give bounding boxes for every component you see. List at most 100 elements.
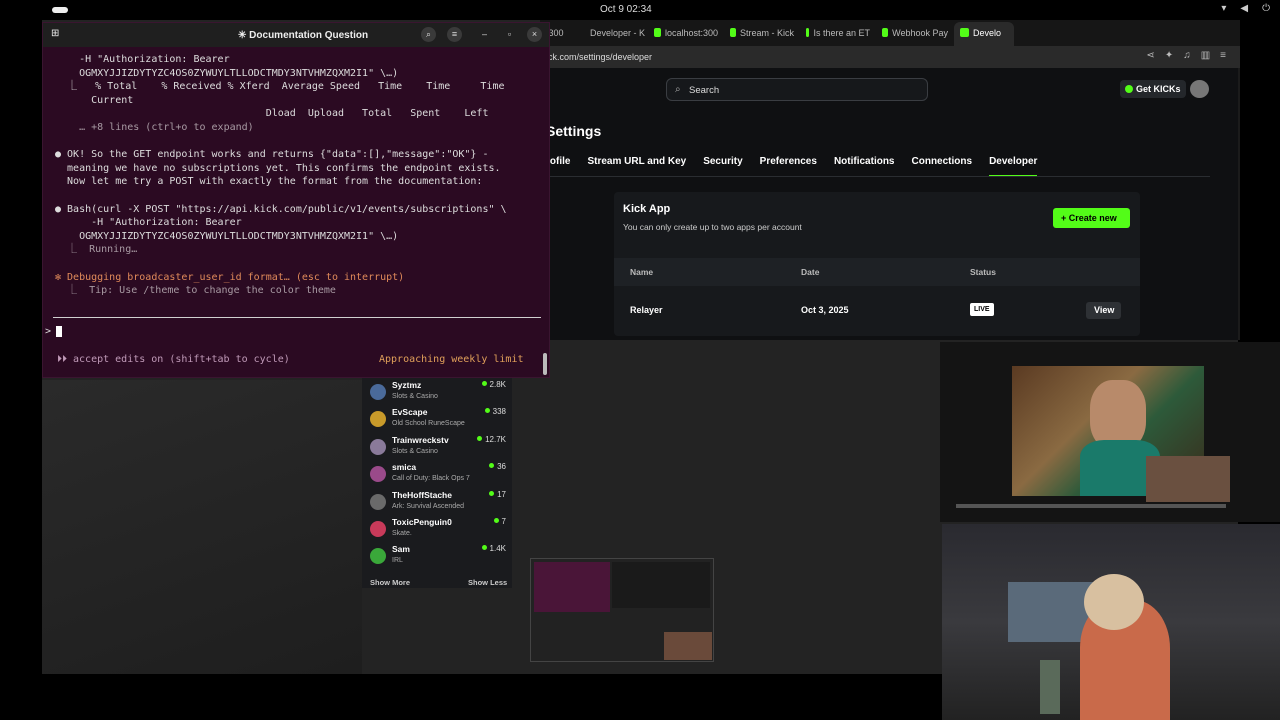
preview-browser [612,562,710,608]
browser-tab[interactable]: Developer - K [580,22,648,46]
viewer-count: 2.8K [482,380,506,389]
browser-toolbar-icons: ⋖ ✦ ♫ ▥ ≡ [1146,50,1226,61]
preview-webcam [664,632,712,660]
system-tray[interactable]: ▾ ◀ ⏻ [1221,3,1270,14]
terminal-line: OGMXYJJIZDYTYZC4OS0ZYWUYLTLLODCTMDY3NTVH… [55,230,399,242]
terminal-titlebar: ⊞ ✳ Documentation Question ⌕ ≡ – ▫ × [43,23,549,47]
network-icon: ▾ [1221,3,1227,14]
streamer-category: IRL [392,557,403,565]
app-date: Oct 3, 2025 [801,305,849,315]
list-item[interactable]: Syztmz Slots & Casino 2.8K [370,380,510,406]
viewer-count: 17 [489,490,506,499]
streamer-category: Old School RuneScape [392,420,465,428]
list-item[interactable]: ToxicPenguin0 Skate. 7 [370,517,510,543]
weekly-limit-status: Approaching weekly limit [379,354,524,365]
menu-icon[interactable]: ≡ [1220,50,1226,61]
search-icon: ⌕ [675,84,681,95]
music-icon[interactable]: ♫ [1183,50,1191,61]
search-input[interactable]: ⌕ Search [666,78,928,101]
browser-tab[interactable]: Is there an ET [800,22,876,46]
tab-preferences[interactable]: Preferences [760,156,817,177]
avatar [370,384,386,400]
streamer-category: Slots & Casino [392,447,438,455]
activities-indicator[interactable] [52,7,68,13]
tab-developer[interactable]: Developer [989,156,1038,177]
avatar [370,548,386,565]
terminal-line: ● Bash(curl -X POST "https://api.kick.co… [55,203,507,215]
streamer-name: TheHoffStache [392,489,452,500]
browser-tab[interactable]: localhost:300 [648,22,724,46]
list-item[interactable]: smica Call of Duty: Black Ops 7 36 [370,462,510,488]
card-title: Kick App [623,203,671,215]
show-more-link[interactable]: Show More [370,578,410,587]
terminal-scrollbar[interactable] [543,353,547,375]
get-kicks-button[interactable]: Get KICKs [1120,80,1186,98]
hamburger-menu-icon[interactable]: ≡ [447,27,462,42]
create-new-button[interactable]: + Create new [1053,208,1130,228]
settings-tabs: rofile Stream URL and Key Security Prefe… [546,156,1054,177]
close-icon[interactable]: × [527,27,542,42]
streamer-name: smica [392,462,417,473]
terminal-line: ⎿ Tip: Use /theme to change the color th… [55,285,336,297]
card-subtitle: You can only create up to two apps per a… [623,222,802,232]
avatar [370,466,386,483]
minimize-icon[interactable]: – [477,27,492,42]
webcam-person-head [1084,574,1144,630]
terminal-line: Dload Upload Total Spent Left [55,108,489,120]
list-item[interactable]: EvScape Old School RuneScape 338 [370,407,510,433]
avatar [370,411,386,428]
streamer-name: Syztmz [392,380,422,390]
tab-favicon-icon [654,28,661,37]
list-item[interactable]: Trainwreckstv Slots & Casino 12.7K [370,435,510,461]
maximize-icon[interactable]: ▫ [502,27,517,42]
system-clock[interactable]: Oct 9 02:34 [600,4,652,15]
tab-connections[interactable]: Connections [912,156,973,177]
address-bar[interactable]: ck.com/settings/developer ⋖ ✦ ♫ ▥ ≡ [540,46,1240,68]
prompt-divider [53,317,541,318]
viewer-count: 338 [485,407,506,416]
tab-notifications[interactable]: Notifications [834,156,895,177]
viewer-count: 12.7K [477,435,506,444]
page-title: Settings [546,123,602,139]
browser-tab[interactable]: Webhook Pay [876,22,954,46]
tab-label: Webhook Pay [892,28,948,38]
accept-edits-status: ⏵⏵ accept edits on (shift+tab to cycle) [57,354,290,365]
tab-stream-url[interactable]: Stream URL and Key [587,156,686,177]
streamer-category: Call of Duty: Black Ops 7 [392,475,470,483]
address-url[interactable]: ck.com/settings/developer [548,52,652,62]
browser-tab[interactable]: Develo [954,22,1014,46]
browser-tab[interactable]: Stream - Kick [724,22,800,46]
avatar[interactable] [1190,80,1209,98]
viewer-count: 7 [494,517,506,526]
search-icon[interactable]: ⌕ [421,27,436,42]
terminal-line: … +8 lines (ctrl+o to expand) [55,122,254,133]
terminal-window[interactable]: ⊞ ✳ Documentation Question ⌕ ≡ – ▫ × -H … [42,22,550,378]
tab-security[interactable]: Security [703,156,742,177]
terminal-input-cursor[interactable] [56,326,62,337]
streamer-name: Sam [392,544,410,555]
terminal-title-text: Documentation Question [249,30,369,41]
show-less-link[interactable]: Show Less [468,578,507,587]
webcam-bottle [1040,660,1060,714]
extensions-icon[interactable]: ✦ [1165,50,1173,61]
streamer-category: Slots & Casino [392,393,438,400]
list-item[interactable]: TheHoffStache Ark: Survival Ascended 17 [370,490,510,516]
volume-icon: ◀ [1240,3,1249,14]
view-app-button[interactable]: View [1086,302,1121,319]
get-kicks-label: Get KICKs [1136,84,1181,94]
streamer-name: Trainwreckstv [392,434,449,445]
tab-favicon-icon [730,28,736,37]
new-tab-icon[interactable]: ⊞ [51,28,59,39]
kicks-icon [1125,85,1133,93]
prompt-symbol: > [45,326,52,337]
sidebar-icon[interactable]: ▥ [1201,50,1210,61]
preview-terminal [534,562,610,612]
column-header-date: Date [801,267,820,277]
video-inset [1146,456,1230,502]
terminal-line: ⎿ Running… [55,244,138,256]
viewer-count: 36 [489,462,506,471]
share-icon[interactable]: ⋖ [1146,50,1154,61]
tab-label: localhost:300 [664,28,718,38]
avatar [370,521,386,537]
list-item[interactable]: Sam IRL 1.4K [370,544,510,570]
